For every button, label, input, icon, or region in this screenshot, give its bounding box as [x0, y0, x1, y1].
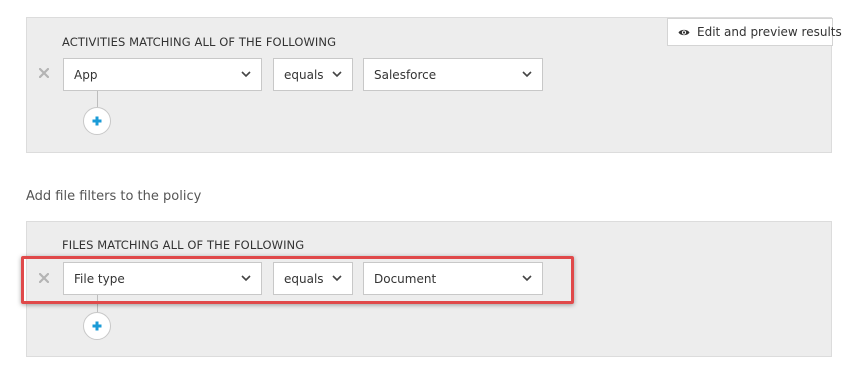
add-file-filter-button[interactable]: [83, 312, 111, 340]
close-icon[interactable]: [39, 68, 49, 78]
filter-connector-line: [97, 91, 98, 107]
file-value-select[interactable]: Document: [363, 262, 543, 295]
file-operator-value: equals: [284, 272, 324, 286]
file-field-value: File type: [74, 272, 125, 286]
activity-operator-select[interactable]: equals: [273, 58, 353, 91]
chevron-down-icon: [522, 275, 532, 282]
add-activity-filter-button[interactable]: [83, 107, 111, 135]
file-value-value: Document: [374, 272, 437, 286]
close-icon[interactable]: [39, 273, 49, 283]
plus-icon: [92, 116, 102, 126]
activity-field-select[interactable]: App: [63, 58, 262, 91]
chevron-down-icon: [522, 71, 532, 78]
chevron-down-icon: [241, 71, 251, 78]
chevron-down-icon: [332, 275, 342, 282]
edit-preview-results-label: Edit and preview results: [697, 25, 842, 39]
file-field-select[interactable]: File type: [63, 262, 262, 295]
activity-value-select[interactable]: Salesforce: [363, 58, 543, 91]
files-filter-panel: FILES MATCHING ALL OF THE FOLLOWING File…: [26, 221, 832, 357]
edit-preview-results-button[interactable]: Edit and preview results: [667, 18, 842, 46]
activities-panel-heading: ACTIVITIES MATCHING ALL OF THE FOLLOWING: [62, 35, 337, 49]
activity-operator-value: equals: [284, 68, 324, 82]
files-panel-heading: FILES MATCHING ALL OF THE FOLLOWING: [62, 238, 305, 252]
activity-field-value: App: [74, 68, 98, 82]
file-filters-section-label: Add file filters to the policy: [26, 189, 202, 204]
policy-filters-page: ACTIVITIES MATCHING ALL OF THE FOLLOWING…: [0, 0, 846, 368]
plus-icon: [92, 321, 102, 331]
activity-value-value: Salesforce: [374, 68, 437, 82]
eye-icon: [678, 29, 690, 36]
file-operator-select[interactable]: equals: [273, 262, 353, 295]
chevron-down-icon: [241, 275, 251, 282]
chevron-down-icon: [332, 71, 342, 78]
filter-connector-line: [97, 295, 98, 312]
